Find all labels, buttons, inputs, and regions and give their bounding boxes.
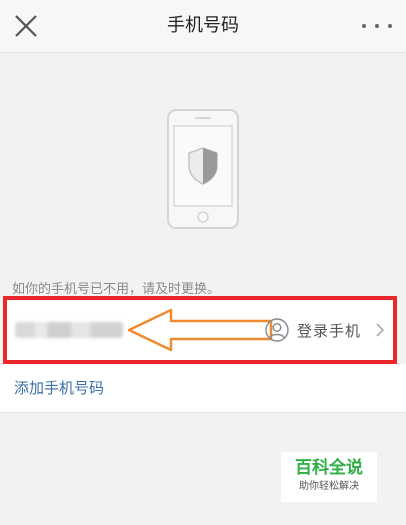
hint-text: 如你的手机号已不用，请及时更换。 bbox=[12, 282, 221, 297]
close-icon bbox=[15, 15, 37, 37]
watermark-title: 百科全说 bbox=[295, 458, 363, 478]
more-button[interactable] bbox=[362, 18, 392, 34]
more-icon bbox=[362, 24, 366, 28]
page-title: 手机号码 bbox=[167, 15, 239, 36]
user-icon bbox=[265, 318, 289, 342]
login-phone-button[interactable]: 登录手机 bbox=[265, 300, 385, 360]
arrow-annotation-icon bbox=[127, 308, 273, 352]
watermark-subtitle: 助你轻松解决 bbox=[299, 481, 359, 492]
phone-shield-icon bbox=[167, 109, 239, 229]
close-button[interactable] bbox=[12, 12, 40, 40]
add-phone-button[interactable]: 添加手机号码 bbox=[0, 364, 406, 413]
login-phone-label: 登录手机 bbox=[296, 321, 361, 340]
phone-number-row[interactable]: 登录手机 bbox=[7, 300, 393, 360]
chevron-right-icon bbox=[376, 323, 385, 337]
top-bar: 手机号码 bbox=[0, 0, 406, 53]
add-phone-label: 添加手机号码 bbox=[14, 379, 105, 397]
watermark-logo: 百科全说 助你轻松解决 bbox=[281, 452, 377, 502]
masked-phone-number bbox=[15, 322, 123, 338]
